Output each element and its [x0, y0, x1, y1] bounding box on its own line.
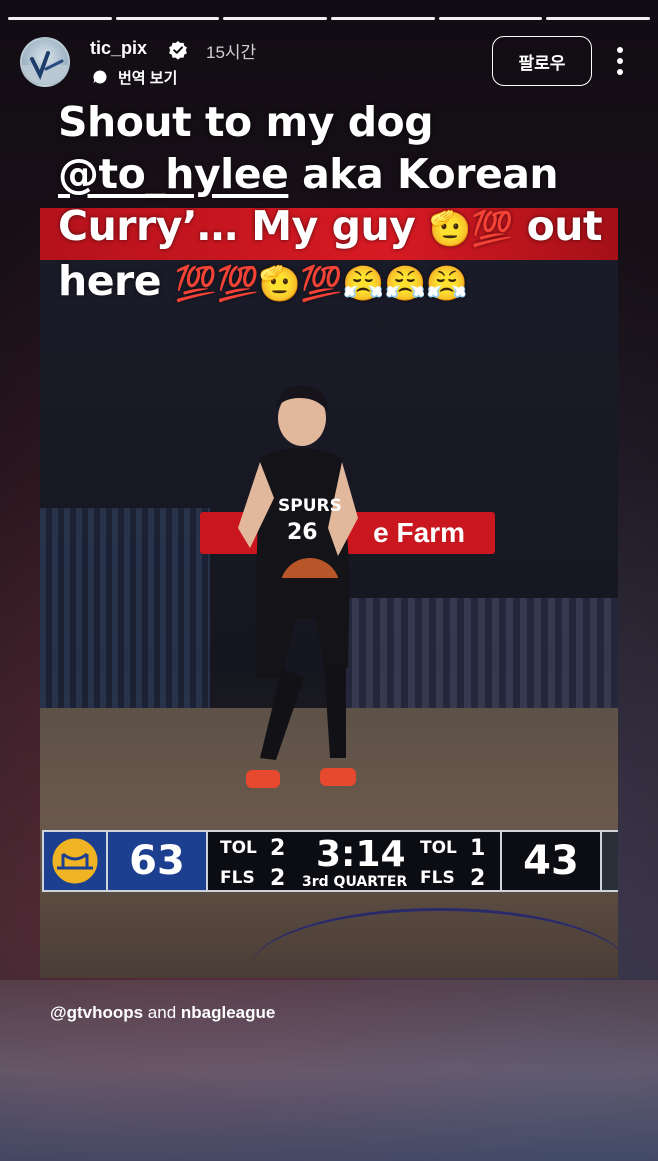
- away-score: 43: [502, 830, 602, 892]
- progress-segment: [223, 17, 328, 20]
- game-clock: 3:14: [316, 834, 406, 875]
- verified-badge-icon: [169, 41, 187, 60]
- home-score: 63: [108, 830, 206, 892]
- progress-segment: [115, 17, 220, 20]
- tol-away-value: 1: [470, 836, 486, 861]
- player-figure: [238, 385, 358, 788]
- progress-segment: [438, 17, 543, 20]
- username[interactable]: tic_pix: [90, 38, 147, 59]
- jersey-team: SPURS: [278, 496, 342, 516]
- fls-away-label: FLS: [420, 868, 455, 888]
- story-progress: [8, 17, 651, 20]
- credit-handle[interactable]: nbagleague: [181, 1003, 275, 1022]
- away-team-logo: [602, 830, 618, 892]
- scoreboard: 63 TOL 2 FLS 2 3:14 3rd QUARTER TOL 1 FL…: [42, 830, 618, 896]
- caption-text: Shout to my dog: [58, 98, 434, 146]
- scoreboard-center: TOL 2 FLS 2 3:14 3rd QUARTER TOL 1 FLS 2: [206, 830, 502, 892]
- credit-joiner: and: [143, 1003, 181, 1022]
- video-credits: @gtvhoops and nbagleague: [50, 1003, 275, 1023]
- more-options-icon[interactable]: [610, 44, 630, 78]
- caption-emoji: 💯💯🫡💯😤😤😤: [174, 264, 468, 304]
- game-quarter: 3rd QUARTER: [302, 874, 408, 890]
- tol-away-label: TOL: [420, 838, 457, 858]
- avatar[interactable]: [20, 37, 70, 87]
- progress-segment: [331, 17, 435, 20]
- jersey-number: 26: [287, 520, 318, 545]
- story-caption: Shout to my dog @to_hylee aka Korean Cur…: [58, 96, 618, 310]
- caption-mention[interactable]: @to_hylee: [58, 150, 289, 198]
- avatar-image: [22, 51, 68, 85]
- tol-home-label: TOL: [220, 838, 257, 858]
- home-team-logo: [42, 830, 108, 892]
- fls-home-value: 2: [270, 866, 286, 891]
- video-player[interactable]: e Farm SPURS 26 63 TOL 2 FLS 2 3:14 3rd …: [40, 208, 618, 978]
- caption-emoji: 🫡💯: [429, 209, 513, 249]
- fls-away-value: 2: [470, 866, 486, 891]
- credit-handle[interactable]: @gtvhoops: [50, 1003, 143, 1022]
- post-time: 15시간: [206, 43, 257, 62]
- progress-segment: [546, 17, 651, 20]
- tol-home-value: 2: [270, 836, 286, 861]
- translate-link[interactable]: 번역 보기: [118, 67, 177, 88]
- translate-icon: [93, 70, 107, 84]
- progress-segment: [8, 17, 112, 20]
- fls-home-label: FLS: [220, 868, 255, 888]
- warriors-logo-icon: [49, 835, 101, 887]
- follow-button[interactable]: 팔로우: [492, 36, 592, 86]
